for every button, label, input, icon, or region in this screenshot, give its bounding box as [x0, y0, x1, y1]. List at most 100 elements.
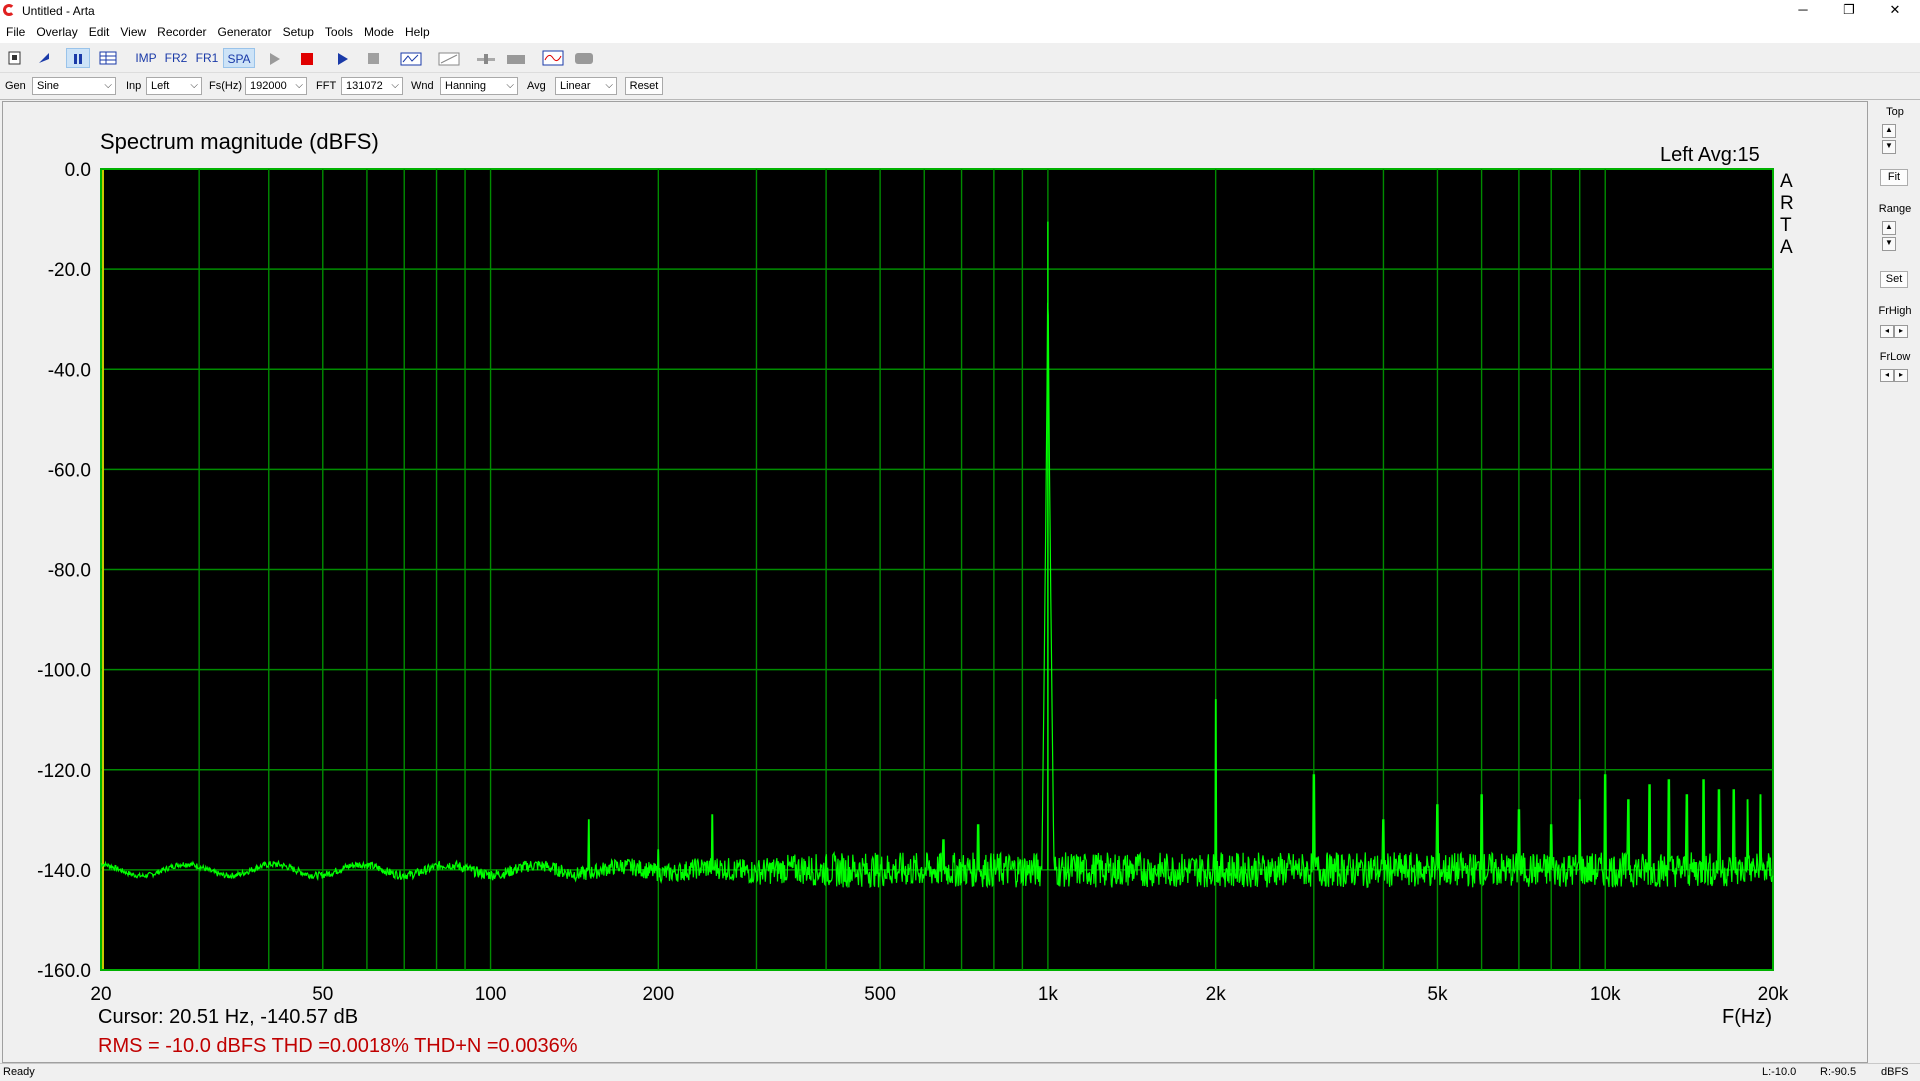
arta-brand-letters: A R T A — [1780, 171, 1794, 258]
imp-mode-button[interactable]: IMP — [132, 48, 160, 68]
x-tick-label: 20 — [90, 984, 111, 1005]
x-tick-label: 2k — [1206, 984, 1227, 1005]
wnd-select[interactable]: Hanning ⌵ — [440, 77, 518, 95]
spectrum-chart[interactable]: Spectrum magnitude (dBFS) Left Avg:15 0.… — [0, 101, 1868, 1063]
record-abc-icon[interactable] — [400, 51, 422, 67]
menu-file[interactable]: File — [0, 22, 30, 39]
range-up-arrow[interactable]: ▲ — [1882, 221, 1896, 235]
fr2-mode-button[interactable]: FR2 — [162, 48, 190, 68]
x-tick-label: 20k — [1758, 984, 1789, 1005]
menu-tools[interactable]: Tools — [319, 22, 358, 39]
stop-disabled-icon[interactable] — [367, 52, 381, 66]
y-tick-label: -120.0 — [37, 761, 91, 782]
arta-app-icon — [3, 4, 15, 16]
measurement-metrics: RMS = -10.0 dBFS THD =0.0018% THD+N =0.0… — [98, 1035, 578, 1057]
menu-edit[interactable]: Edit — [83, 22, 115, 39]
toolbar: IMP FR2 FR1 SPA — [0, 44, 1920, 73]
play-disabled-icon[interactable] — [268, 52, 282, 66]
x-axis-labels: 20 50 100 200 500 1k 2k 5k 10k 20k — [90, 984, 1788, 1005]
x-axis-unit: F(Hz) — [1722, 1006, 1772, 1028]
status-bar: Ready L:-10.0 R:-90.5 dBFS — [0, 1063, 1920, 1081]
inp-select[interactable]: Left ⌵ — [146, 77, 202, 95]
fr1-mode-button[interactable]: FR1 — [193, 48, 221, 68]
fft-select[interactable]: 131072 ⌵ — [341, 77, 403, 95]
reset-button[interactable]: Reset — [625, 77, 663, 95]
x-tick-label: 10k — [1590, 984, 1621, 1005]
avg-label: Avg — [527, 80, 546, 92]
pause-button[interactable] — [66, 48, 90, 68]
restore-button[interactable]: ❐ — [1826, 0, 1872, 22]
menu-help[interactable]: Help — [399, 22, 435, 39]
spa-mode-button[interactable]: SPA — [223, 48, 255, 68]
open-file-icon[interactable] — [37, 51, 51, 65]
fft-select-value: 131072 — [346, 80, 383, 92]
range-label: Range — [1878, 203, 1912, 215]
range-down-arrow[interactable]: ▼ — [1882, 237, 1896, 251]
status-right-level: R:-90.5 — [1820, 1066, 1857, 1078]
menu-generator[interactable]: Generator — [212, 22, 277, 39]
brand-letter-t: T — [1780, 215, 1792, 236]
y-tick-label: -100.0 — [37, 661, 91, 682]
analyzer-settings-icon[interactable] — [438, 51, 460, 67]
menu-bar: File Overlay Edit View Recorder Generator Setu… — [0, 22, 1920, 43]
generator-icon[interactable] — [574, 51, 594, 66]
frlow-right-arrow[interactable]: ▸ — [1894, 369, 1908, 382]
top-label: Top — [1886, 106, 1904, 118]
close-button[interactable]: ✕ — [1872, 0, 1918, 22]
status-ready: Ready — [3, 1066, 35, 1078]
wnd-select-value: Hanning — [445, 80, 486, 92]
frhigh-left-arrow[interactable]: ◂ — [1880, 325, 1894, 338]
fs-label: Fs(Hz) — [209, 80, 242, 92]
status-left-level: L:-10.0 — [1762, 1066, 1797, 1078]
top-up-arrow[interactable]: ▲ — [1882, 124, 1896, 138]
parameter-bar: Gen Sine ⌵ Inp Left ⌵ Fs(Hz) 192000 ⌵ FFT 1… — [0, 74, 1920, 100]
table-view-icon[interactable] — [99, 50, 117, 66]
top-down-arrow[interactable]: ▼ — [1882, 140, 1896, 154]
chevron-down-icon: ⌵ — [190, 80, 198, 91]
y-tick-label: -60.0 — [48, 460, 91, 481]
y-tick-label: -40.0 — [48, 360, 91, 381]
wnd-label: Wnd — [411, 80, 434, 92]
scope-icon[interactable] — [542, 50, 564, 67]
frhigh-label: FrHigh — [1878, 305, 1912, 317]
x-tick-label: 100 — [475, 984, 507, 1005]
x-tick-label: 200 — [642, 984, 674, 1005]
gen-select-value: Sine — [37, 80, 60, 92]
channel-info: Left Avg:15 — [1660, 144, 1760, 166]
menu-recorder[interactable]: Recorder — [151, 22, 211, 39]
menu-overlay[interactable]: Overlay — [30, 22, 82, 39]
menu-mode[interactable]: Mode — [358, 22, 399, 39]
frlow-arrows[interactable]: ◂ ▸ — [1880, 369, 1908, 382]
fs-select[interactable]: 192000 ⌵ — [245, 77, 307, 95]
y-tick-label: 0.0 — [65, 160, 91, 181]
y-axis-labels: 0.0 -20.0 -40.0 -60.0 -80.0 -100.0 -120.0 -140.… — [37, 160, 91, 982]
frhigh-right-arrow[interactable]: ▸ — [1894, 325, 1908, 338]
status-unit: dBFS — [1881, 1066, 1909, 1078]
brand-letter-r: R — [1780, 193, 1794, 214]
fft-label: FFT — [316, 80, 337, 92]
frlow-label: FrLow — [1879, 351, 1911, 363]
avg-select-value: Linear — [560, 80, 591, 92]
menu-view[interactable]: View — [114, 22, 151, 39]
record-stop-icon[interactable] — [300, 52, 314, 66]
play-icon[interactable] — [336, 52, 350, 66]
level-meter-icon[interactable] — [506, 52, 526, 66]
frlow-left-arrow[interactable]: ◂ — [1880, 369, 1894, 382]
inp-select-value: Left — [151, 80, 170, 92]
y-tick-label: -80.0 — [48, 561, 91, 582]
menu-setup[interactable]: Setup — [277, 22, 319, 39]
gen-select[interactable]: Sine ⌵ — [32, 77, 116, 95]
avg-select[interactable]: Linear ⌵ — [555, 77, 617, 95]
inp-label: Inp — [126, 80, 142, 92]
x-tick-label: 500 — [864, 984, 896, 1005]
set-button[interactable]: Set — [1880, 271, 1908, 288]
cursor-readout: Cursor: 20.51 Hz, -140.57 dB — [98, 1006, 358, 1028]
slider-icon[interactable] — [476, 52, 496, 66]
new-file-icon[interactable] — [8, 51, 22, 65]
pause-icon — [74, 54, 82, 64]
frhigh-arrows[interactable]: ◂ ▸ — [1880, 325, 1908, 338]
y-tick-label: -160.0 — [37, 961, 91, 982]
x-tick-label: 50 — [312, 984, 333, 1005]
minimize-button[interactable]: ─ — [1780, 0, 1826, 22]
fit-button[interactable]: Fit — [1880, 169, 1908, 186]
